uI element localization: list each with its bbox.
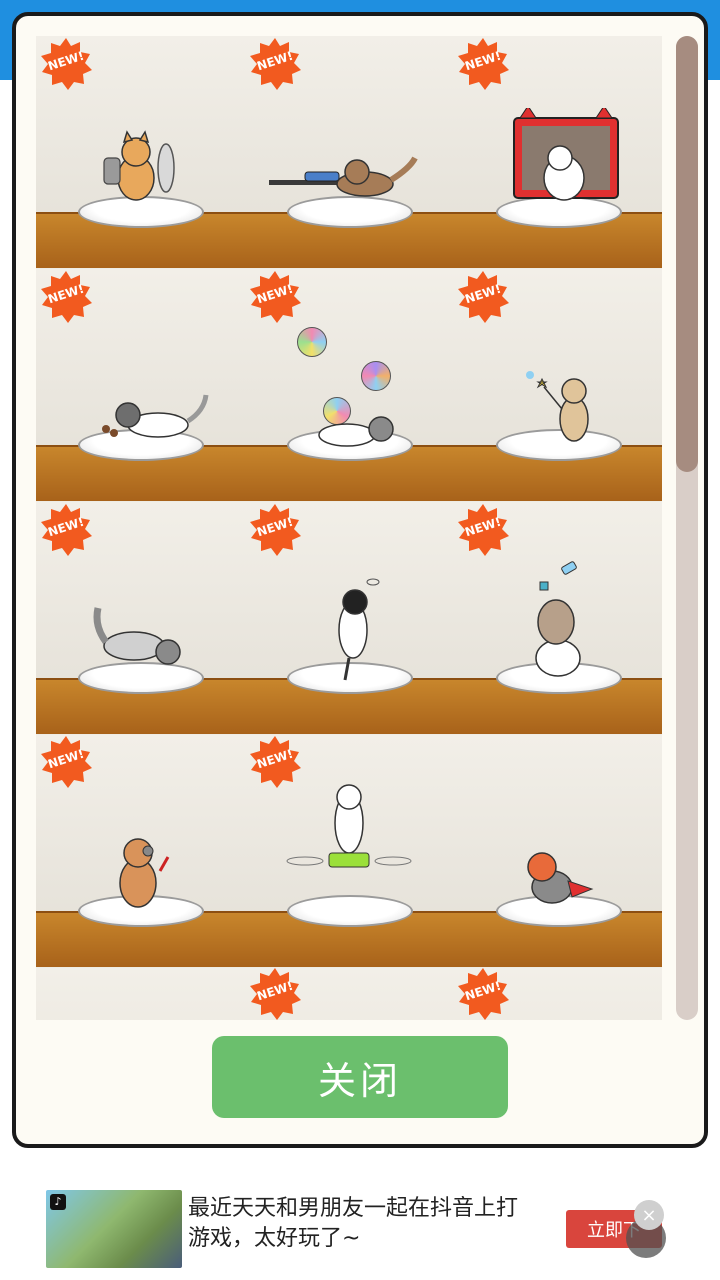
ad-banner[interactable]: ♪ 最近天天和男朋友一起在抖音上打游戏，太好玩了~ 立即下 × <box>0 1160 720 1280</box>
cat-with-balls-icon <box>318 416 394 447</box>
cat-stacked-icon <box>535 561 581 677</box>
cat-with-shield-icon <box>103 130 175 201</box>
toy-ball-icon <box>297 327 327 357</box>
collection-dialog: NEW! NEW! NEW! NEW! NEW! NEW! NEW! NEW! … <box>12 12 708 1148</box>
cat-lying-icon <box>102 394 209 438</box>
shelf-row-3 <box>36 502 662 734</box>
shelf-row-1 <box>36 36 662 268</box>
new-badge-icon: NEW! <box>457 38 509 90</box>
scrollbar-thumb[interactable] <box>676 36 698 472</box>
cat-with-tools-icon <box>119 838 170 908</box>
cat-card[interactable] <box>454 735 662 967</box>
cat-stretching-icon <box>93 607 181 665</box>
ad-text[interactable]: 最近天天和男朋友一起在抖音上打游戏，太好玩了~ <box>188 1194 538 1254</box>
new-badge-icon: NEW! <box>249 968 301 1020</box>
toy-ball-icon <box>361 361 391 391</box>
ad-close-icon[interactable]: × <box>634 1200 664 1230</box>
cat-sleeping-standing-icon <box>338 578 380 681</box>
cat-superhero-icon <box>527 852 594 904</box>
shelf-row-2 <box>36 269 662 501</box>
new-badge-icon: NEW! <box>249 736 301 788</box>
tiktok-logo-icon: ♪ <box>50 1194 66 1210</box>
scrollbar-track[interactable] <box>676 36 698 1020</box>
cat-collection-grid[interactable]: NEW! NEW! NEW! NEW! NEW! NEW! NEW! NEW! … <box>36 36 662 1020</box>
cat-with-tv-icon <box>513 108 619 201</box>
display-plate <box>287 895 413 927</box>
new-badge-icon: NEW! <box>40 38 92 90</box>
shelf-row-4 <box>36 735 662 967</box>
cat-with-rifle-icon <box>269 156 418 197</box>
new-badge-icon: NEW! <box>249 271 301 323</box>
new-badge-icon: NEW! <box>40 271 92 323</box>
new-badge-icon: NEW! <box>457 968 509 1020</box>
cat-with-wand-icon <box>526 371 589 442</box>
new-badge-icon: NEW! <box>457 504 509 556</box>
shelf-row-5 <box>36 968 662 1020</box>
new-badge-icon: NEW! <box>249 38 301 90</box>
new-badge-icon: NEW! <box>40 736 92 788</box>
close-button[interactable]: 关闭 <box>212 1036 508 1118</box>
new-badge-icon: NEW! <box>40 504 92 556</box>
ad-image[interactable]: ♪ <box>46 1190 182 1268</box>
new-badge-icon: NEW! <box>249 504 301 556</box>
new-badge-icon: NEW! <box>457 271 509 323</box>
cat-card[interactable] <box>36 968 244 1020</box>
cat-on-drone-icon <box>286 784 412 868</box>
